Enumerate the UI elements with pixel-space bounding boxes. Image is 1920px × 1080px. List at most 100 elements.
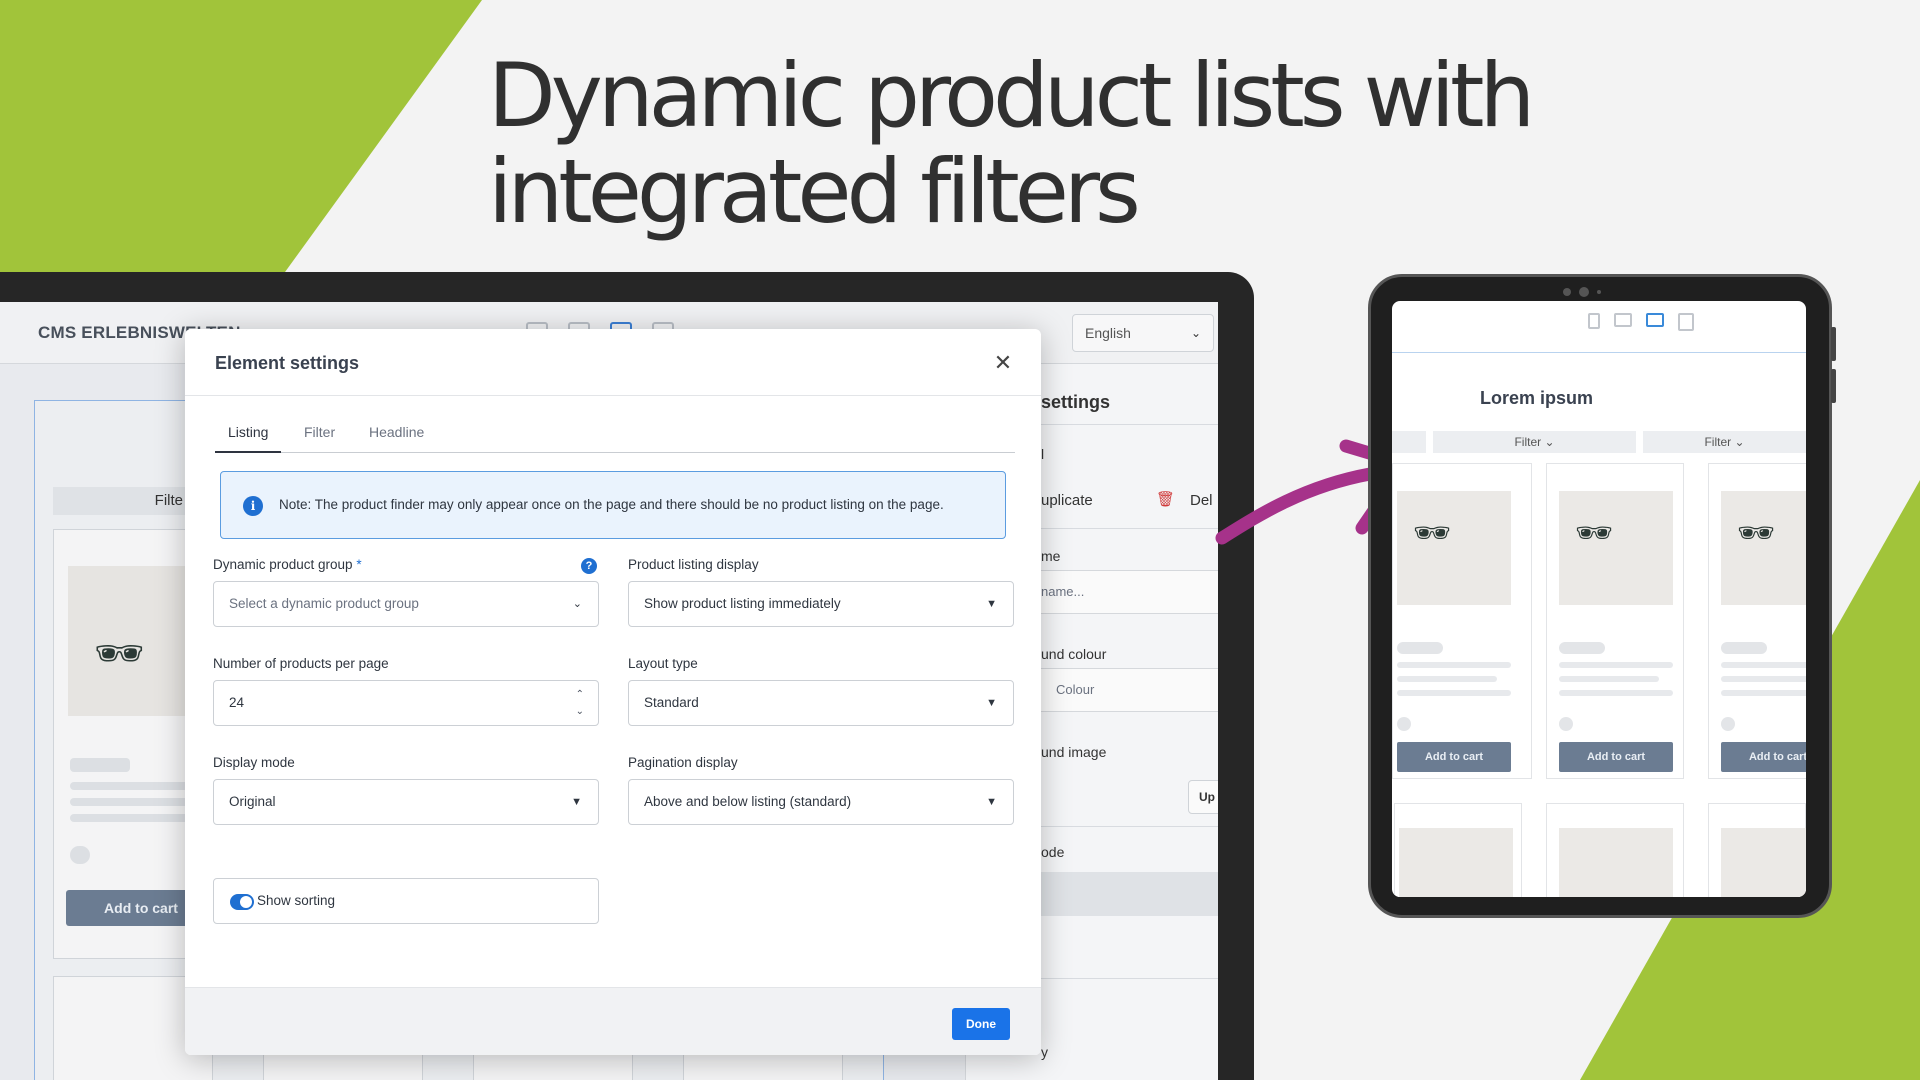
skeleton-line — [1721, 676, 1806, 682]
chevron-down-icon: ⌄ — [1734, 435, 1745, 449]
skeleton-line — [1397, 662, 1511, 668]
sidebar-label: l — [1041, 446, 1045, 462]
notice-text: Note: The product finder may only appear… — [279, 497, 944, 512]
canvas-filter-bar[interactable]: Filte — [53, 487, 193, 515]
done-button[interactable]: Done — [952, 1008, 1010, 1040]
skeleton-line — [70, 814, 200, 822]
tablet-icon[interactable] — [1614, 313, 1632, 327]
dynamic-group-select[interactable]: Select a dynamic product group ⌄ — [213, 581, 599, 627]
skeleton-line — [1559, 662, 1673, 668]
list-icon[interactable] — [1678, 313, 1694, 331]
caret-down-icon: ▼ — [986, 598, 997, 610]
product-image — [1721, 828, 1806, 897]
product-image — [1559, 828, 1673, 897]
product-card: 🕶 Add to cart — [1392, 463, 1532, 779]
close-icon[interactable]: ✕ — [991, 351, 1015, 375]
show-sorting-toggle[interactable] — [230, 894, 254, 910]
add-to-cart-button[interactable]: Add to cart — [1559, 742, 1673, 772]
language-value: English — [1085, 325, 1131, 341]
desktop-icon[interactable] — [1646, 313, 1664, 327]
info-notice: i Note: The product finder may only appe… — [220, 471, 1006, 539]
skeleton-line — [70, 798, 200, 806]
layout-type-value: Standard — [644, 695, 699, 710]
skeleton-line — [1397, 676, 1497, 682]
tablet-topbar — [1392, 301, 1806, 353]
upload-button[interactable]: Up — [1188, 780, 1218, 814]
divider — [185, 395, 1041, 396]
duplicate-button[interactable]: uplicate — [1041, 492, 1093, 509]
skeleton-line — [1559, 676, 1659, 682]
product-card — [1394, 803, 1522, 897]
display-mode-label: Display mode — [213, 755, 295, 770]
camera-icon — [1563, 288, 1571, 296]
product-image — [1399, 828, 1513, 897]
required-marker: * — [356, 557, 362, 572]
modal-footer: Done — [185, 987, 1041, 1055]
display-mode-select[interactable]: Original ▼ — [213, 779, 599, 825]
modal-tabs: Listing Filter Headline — [215, 423, 1015, 453]
background-image-label: und image — [1041, 744, 1107, 760]
dynamic-group-label: Dynamic product group * — [213, 557, 362, 572]
sunglasses-icon: 🕶 — [1413, 517, 1452, 550]
add-to-cart-button[interactable]: Add to cart — [1721, 742, 1806, 772]
skeleton-dot — [70, 846, 90, 864]
sidebar-label: y — [1041, 1044, 1048, 1060]
caret-down-icon: ▼ — [571, 796, 582, 808]
page-headline: Dynamic product lists with integrated fi… — [488, 48, 1535, 243]
filter-dropdown[interactable]: Filter ⌄ — [1433, 431, 1636, 453]
pagination-select[interactable]: Above and below listing (standard) ▼ — [628, 779, 1014, 825]
headline-line-2: integrated filters — [488, 140, 1141, 243]
sunglasses-icon: 🕶 — [1737, 517, 1776, 550]
skeleton-dot — [1559, 717, 1573, 731]
per-page-value: 24 — [229, 695, 245, 710]
tablet-side-button — [1831, 327, 1836, 361]
tablet-side-button — [1831, 369, 1836, 403]
filter-dropdown[interactable]: Filter ⌄ — [1643, 431, 1806, 453]
add-to-cart-button[interactable]: Add to cart — [1397, 742, 1511, 772]
language-select[interactable]: English ⌄ — [1072, 314, 1214, 352]
name-placeholder: name... — [1041, 584, 1085, 599]
chevron-down-icon: ⌄ — [1544, 435, 1555, 449]
sensor-icon — [1597, 290, 1601, 294]
display-mode-label: ode — [1041, 844, 1065, 860]
tab-filter[interactable]: Filter — [304, 423, 335, 453]
info-icon: i — [243, 496, 263, 516]
display-mode-value: Original — [229, 794, 276, 809]
tab-listing[interactable]: Listing — [215, 423, 282, 453]
sunglasses-icon: 🕶 — [94, 632, 145, 676]
filter-dropdown[interactable] — [1392, 431, 1426, 453]
trash-icon[interactable]: 🗑 — [1156, 490, 1175, 508]
filter-label: Filter — [1704, 435, 1732, 449]
filter-label: Filter — [1514, 435, 1542, 449]
show-sorting-field: Show sorting — [213, 878, 599, 924]
product-card — [1708, 803, 1806, 897]
product-card: 🕶 Add to cart — [1708, 463, 1806, 779]
listing-display-label: Product listing display — [628, 557, 759, 572]
skeleton-line — [1559, 690, 1673, 696]
chevron-down-icon: ⌄ — [572, 598, 582, 610]
dynamic-group-placeholder: Select a dynamic product group — [229, 596, 419, 611]
caret-down-icon: ▼ — [986, 697, 997, 709]
per-page-stepper[interactable]: 24 ⌃ ⌄ — [213, 680, 599, 726]
element-settings-modal: Element settings ✕ Listing Filter Headli… — [185, 329, 1041, 1055]
sunglasses-icon: 🕶 — [1575, 517, 1614, 550]
listing-display-select[interactable]: Show product listing immediately ▼ — [628, 581, 1014, 627]
show-sorting-label: Show sorting — [257, 893, 336, 908]
listing-display-value: Show product listing immediately — [644, 596, 841, 611]
layout-type-select[interactable]: Standard ▼ — [628, 680, 1014, 726]
tablet-heading: Lorem ipsum — [1480, 388, 1594, 408]
device-switcher — [1588, 313, 1694, 331]
skeleton-line — [1397, 690, 1511, 696]
modal-title: Element settings — [215, 353, 360, 373]
camera-icon — [1579, 287, 1589, 297]
pagination-label: Pagination display — [628, 755, 738, 770]
tab-headline[interactable]: Headline — [369, 423, 424, 453]
skeleton-line — [70, 782, 200, 790]
mobile-icon[interactable] — [1588, 313, 1600, 329]
help-icon[interactable]: ? — [581, 558, 597, 574]
tablet-frame: Lorem ipsum Filter ⌄ Filter ⌄ 🕶 Add to c… — [1368, 274, 1836, 918]
stepper-icon[interactable]: ⌃ ⌄ — [576, 686, 584, 720]
name-label: me — [1041, 548, 1061, 564]
skeleton-line — [1721, 690, 1806, 696]
skeleton-line — [1721, 662, 1806, 668]
